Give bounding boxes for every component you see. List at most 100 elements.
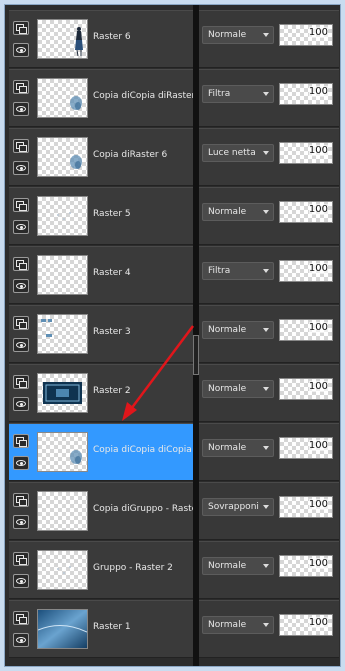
layer-row[interactable]: Raster 4 bbox=[9, 246, 193, 304]
layer-properties-row: Normale 100 bbox=[199, 600, 339, 658]
chevron-down-icon bbox=[263, 328, 269, 332]
group-link-icon[interactable] bbox=[13, 493, 29, 507]
layers-palette: Raster 6 Copia diCopia diRaster 6 Copia di… bbox=[4, 4, 341, 667]
blend-mode-label: Normale bbox=[208, 561, 247, 571]
group-link-icon[interactable] bbox=[13, 375, 29, 389]
chevron-down-icon bbox=[263, 92, 269, 96]
group-link-icon[interactable] bbox=[13, 434, 29, 448]
layer-properties-row: Normale 100 bbox=[199, 364, 339, 422]
layer-name: Gruppo - Raster 2 bbox=[93, 563, 173, 573]
blend-mode-dropdown[interactable]: Normale bbox=[202, 380, 274, 398]
opacity-field[interactable]: 100 bbox=[279, 437, 333, 459]
layer-thumbnail bbox=[37, 78, 88, 118]
blend-mode-dropdown[interactable]: Filtra bbox=[202, 85, 274, 103]
layer-name: Copia diCopia diCopia diR bbox=[93, 445, 193, 455]
group-link-icon[interactable] bbox=[13, 21, 29, 35]
blend-mode-dropdown[interactable]: Normale bbox=[202, 26, 274, 44]
opacity-field[interactable]: 100 bbox=[279, 83, 333, 105]
layer-row[interactable]: Raster 6 bbox=[9, 10, 193, 68]
group-link-icon[interactable] bbox=[13, 80, 29, 94]
blend-mode-label: Filtra bbox=[208, 266, 231, 276]
chevron-down-icon bbox=[263, 446, 269, 450]
blend-mode-label: Normale bbox=[208, 384, 247, 394]
opacity-value: 100 bbox=[308, 145, 328, 156]
opacity-field[interactable]: 100 bbox=[279, 201, 333, 223]
opacity-field[interactable]: 100 bbox=[279, 319, 333, 341]
layer-row[interactable]: Raster 3 bbox=[9, 305, 193, 363]
opacity-field[interactable]: 100 bbox=[279, 496, 333, 518]
layer-thumbnail bbox=[37, 491, 88, 531]
blend-mode-dropdown[interactable]: Normale bbox=[202, 557, 274, 575]
blend-mode-label: Normale bbox=[208, 30, 247, 40]
layer-row[interactable]: Copia diGruppo - Raster 2 bbox=[9, 482, 193, 540]
blend-mode-dropdown[interactable]: Luce netta bbox=[202, 144, 274, 162]
layer-properties-row: Normale 100 bbox=[199, 423, 339, 481]
layer-row[interactable]: Copia diCopia diCopia diR bbox=[9, 423, 193, 481]
layer-thumbnail bbox=[37, 550, 88, 590]
layer-name: Raster 2 bbox=[93, 386, 131, 396]
opacity-field[interactable]: 100 bbox=[279, 260, 333, 282]
group-link-icon[interactable] bbox=[13, 552, 29, 566]
opacity-value: 100 bbox=[308, 322, 328, 333]
opacity-field[interactable]: 100 bbox=[279, 378, 333, 400]
visibility-eye-icon[interactable] bbox=[13, 574, 29, 588]
visibility-eye-icon[interactable] bbox=[13, 515, 29, 529]
chevron-down-icon bbox=[263, 564, 269, 568]
group-link-icon[interactable] bbox=[13, 257, 29, 271]
group-link-icon[interactable] bbox=[13, 611, 29, 625]
layer-name: Copia diCopia diRaster 6 bbox=[93, 91, 193, 101]
layer-name: Copia diGruppo - Raster 2 bbox=[93, 504, 193, 514]
layer-row[interactable]: Raster 5 bbox=[9, 187, 193, 245]
layer-thumbnail bbox=[37, 609, 88, 649]
visibility-eye-icon[interactable] bbox=[13, 43, 29, 57]
layer-row[interactable]: Copia diCopia diRaster 6 bbox=[9, 69, 193, 127]
group-link-icon[interactable] bbox=[13, 198, 29, 212]
blend-mode-label: Normale bbox=[208, 443, 247, 453]
blend-mode-label: Normale bbox=[208, 325, 247, 335]
visibility-eye-icon[interactable] bbox=[13, 102, 29, 116]
layer-properties-list: Normale 100 Filtra 100 Luce netta 100 Normale 1… bbox=[199, 7, 339, 665]
opacity-value: 100 bbox=[308, 499, 328, 510]
layer-thumbnail bbox=[37, 137, 88, 177]
layer-properties-row: Filtra 100 bbox=[199, 246, 339, 304]
group-link-icon[interactable] bbox=[13, 139, 29, 153]
layer-row[interactable]: Copia diRaster 6 bbox=[9, 128, 193, 186]
chevron-down-icon bbox=[263, 33, 269, 37]
opacity-field[interactable]: 100 bbox=[279, 24, 333, 46]
layer-row[interactable]: Gruppo - Raster 2 bbox=[9, 541, 193, 599]
layer-name: Raster 3 bbox=[93, 327, 131, 337]
opacity-value: 100 bbox=[308, 381, 328, 392]
layer-properties-row: Normale 100 bbox=[199, 305, 339, 363]
layer-row[interactable]: Raster 2 bbox=[9, 364, 193, 422]
chevron-down-icon bbox=[263, 151, 269, 155]
visibility-eye-icon[interactable] bbox=[13, 338, 29, 352]
opacity-field[interactable]: 100 bbox=[279, 555, 333, 577]
chevron-down-icon bbox=[263, 387, 269, 391]
blend-mode-label: Normale bbox=[208, 620, 247, 630]
layer-thumbnail bbox=[37, 196, 88, 236]
visibility-eye-icon[interactable] bbox=[13, 397, 29, 411]
blend-mode-dropdown[interactable]: Normale bbox=[202, 439, 274, 457]
visibility-eye-icon[interactable] bbox=[13, 161, 29, 175]
opacity-field[interactable]: 100 bbox=[279, 614, 333, 636]
visibility-eye-icon[interactable] bbox=[13, 456, 29, 470]
blend-mode-dropdown[interactable]: Normale bbox=[202, 203, 274, 221]
opacity-value: 100 bbox=[308, 204, 328, 215]
group-link-icon[interactable] bbox=[13, 316, 29, 330]
visibility-eye-icon[interactable] bbox=[13, 279, 29, 293]
layer-thumbnail bbox=[37, 19, 88, 59]
opacity-field[interactable]: 100 bbox=[279, 142, 333, 164]
blend-mode-dropdown[interactable]: Sovrapponi bbox=[202, 498, 274, 516]
layer-name: Raster 5 bbox=[93, 209, 131, 219]
layer-row[interactable]: Raster 1 bbox=[9, 600, 193, 658]
layer-name: Raster 1 bbox=[93, 622, 131, 632]
visibility-eye-icon[interactable] bbox=[13, 220, 29, 234]
blend-mode-dropdown[interactable]: Filtra bbox=[202, 262, 274, 280]
blend-mode-dropdown[interactable]: Normale bbox=[202, 616, 274, 634]
blend-mode-dropdown[interactable]: Normale bbox=[202, 321, 274, 339]
layer-properties-row: Normale 100 bbox=[199, 187, 339, 245]
chevron-down-icon bbox=[263, 210, 269, 214]
visibility-eye-icon[interactable] bbox=[13, 633, 29, 647]
blend-mode-label: Filtra bbox=[208, 89, 231, 99]
opacity-value: 100 bbox=[308, 27, 328, 38]
